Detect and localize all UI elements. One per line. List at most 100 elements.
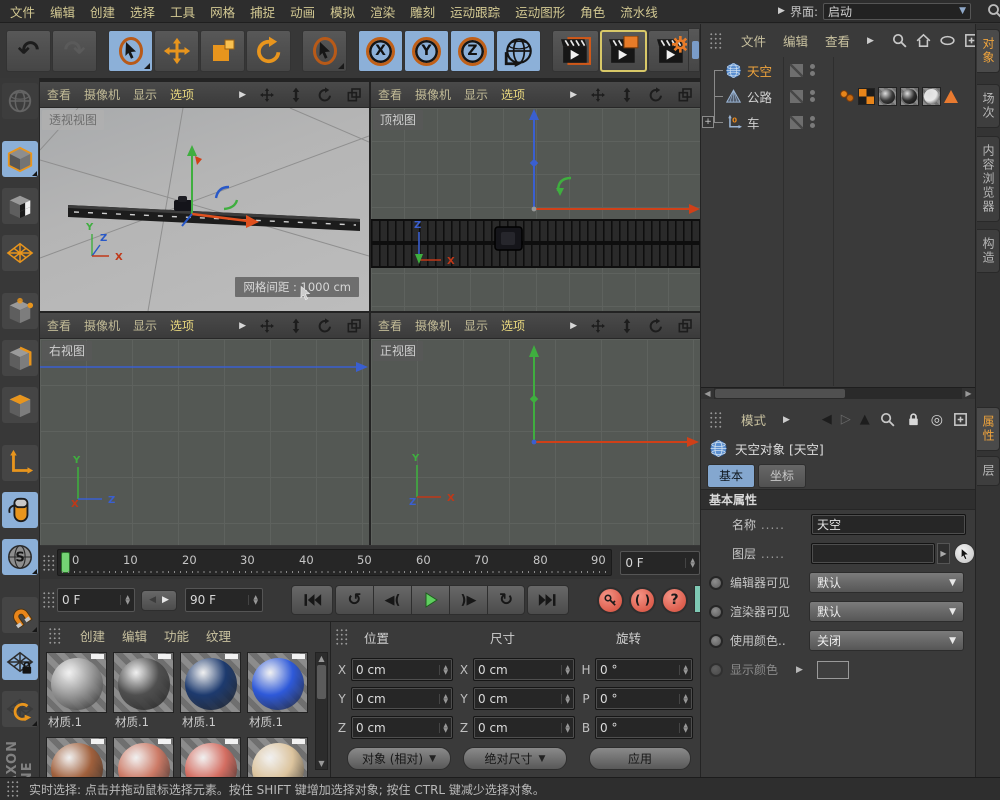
lock-x-axis-button[interactable]: X xyxy=(358,30,403,72)
chevron-right-icon[interactable]: ▶ xyxy=(796,665,803,675)
tab-structure[interactable]: 构造 xyxy=(977,229,1000,273)
points-mode-button[interactable] xyxy=(2,293,38,329)
panel-grip[interactable] xyxy=(709,411,722,429)
tab-attributes[interactable]: 属性 xyxy=(977,407,1000,451)
autokey-button[interactable]: ( ) xyxy=(629,587,656,614)
undo-button[interactable]: ↶ xyxy=(6,30,51,72)
stepper-icon[interactable]: ▲▼ xyxy=(439,665,448,675)
mat-menu-create[interactable]: 创建 xyxy=(80,626,105,645)
material-item[interactable]: 材质.1 xyxy=(46,652,107,731)
om-menu-view[interactable]: 查看 xyxy=(825,31,850,50)
stepper-icon[interactable]: ▲▼ xyxy=(561,694,570,704)
panel-grip[interactable] xyxy=(709,32,722,50)
coordinate-system-button[interactable] xyxy=(496,30,541,72)
mat-menu-edit[interactable]: 编辑 xyxy=(122,626,147,645)
visibility-dots[interactable] xyxy=(810,88,815,104)
vp-menu-view[interactable]: 查看 xyxy=(378,317,402,334)
menu-file[interactable]: 文件 xyxy=(10,2,35,21)
previous-key-button[interactable]: ↺ xyxy=(335,585,373,615)
phong-tag-icon[interactable] xyxy=(839,88,855,104)
scroll-up-icon[interactable]: ▲ xyxy=(316,653,327,664)
zoom-view-icon[interactable] xyxy=(288,318,304,334)
last-used-tool-button[interactable] xyxy=(302,30,347,72)
layer-field[interactable] xyxy=(811,543,935,564)
rot-h-field[interactable]: 0 °▲▼ xyxy=(595,658,693,681)
polygons-mode-button[interactable] xyxy=(2,387,38,423)
apply-button[interactable]: 应用 xyxy=(589,747,691,770)
toolbar-overflow-button[interactable] xyxy=(688,28,700,72)
lock-y-axis-button[interactable]: Y xyxy=(404,30,449,72)
range-start-field[interactable]: 0 F ▲▼ xyxy=(57,588,135,612)
object-name[interactable]: 公路 xyxy=(747,87,772,106)
new-panel-icon[interactable] xyxy=(952,411,969,428)
coord-size-mode-dropdown[interactable]: 绝对尺寸▼ xyxy=(463,747,567,770)
texture-mode-button[interactable] xyxy=(2,188,38,224)
animation-dot[interactable] xyxy=(709,605,723,619)
search-icon[interactable] xyxy=(891,32,908,49)
workplane-mode-button[interactable] xyxy=(2,235,38,271)
next-key-button[interactable]: ↻ xyxy=(487,585,525,615)
vp-menu-options[interactable]: 选项 xyxy=(170,86,194,103)
menu-pipeline[interactable]: 流水线 xyxy=(620,2,658,21)
scroll-down-icon[interactable]: ▼ xyxy=(316,758,327,769)
menu-character[interactable]: 角色 xyxy=(580,2,605,21)
maximize-view-icon[interactable] xyxy=(677,87,693,103)
am-menu-mode[interactable]: 模式 xyxy=(741,410,766,429)
pan-view-icon[interactable] xyxy=(259,87,275,103)
menu-edit[interactable]: 编辑 xyxy=(50,2,75,21)
stepper-icon[interactable]: ▲▼ xyxy=(679,665,688,675)
stepper-icon[interactable]: ▲▼ xyxy=(685,558,695,568)
menu-mograph[interactable]: 运动图形 xyxy=(515,2,565,21)
viewport-perspective-canvas[interactable]: Y Z X 透视视图 网格间距 : 1000 cm xyxy=(40,108,369,311)
layer-picker-button[interactable] xyxy=(954,543,975,564)
live-selection-tool-button[interactable] xyxy=(108,30,153,72)
redo-button[interactable]: ↷ xyxy=(52,30,97,72)
timeline-playhead[interactable] xyxy=(61,552,70,573)
range-nudge-buttons[interactable]: ◀▶ xyxy=(141,590,177,611)
vp-menu-view[interactable]: 查看 xyxy=(47,317,71,334)
scroll-left-icon[interactable]: ◀ xyxy=(701,388,714,399)
object-row-car[interactable]: + 车 xyxy=(701,109,975,135)
viewport-perspective[interactable]: 查看 摄像机 显示 选项 ▶ xyxy=(40,82,369,311)
menu-snap[interactable]: 捕捉 xyxy=(250,2,275,21)
menu-create[interactable]: 创建 xyxy=(90,2,115,21)
panel-grip[interactable] xyxy=(42,554,55,572)
lock-icon[interactable] xyxy=(905,411,922,428)
size-z-field[interactable]: 0 cm▲▼ xyxy=(473,716,575,739)
object-row-sky[interactable]: 天空 xyxy=(701,57,975,83)
record-keyframe-button[interactable] xyxy=(597,587,624,614)
vp-menu-options[interactable]: 选项 xyxy=(501,86,525,103)
rotate-view-icon[interactable] xyxy=(317,318,333,334)
current-frame-field[interactable]: 0 F ▲▼ xyxy=(620,551,700,575)
om-menu-file[interactable]: 文件 xyxy=(741,31,766,50)
viewport-top[interactable]: 查看 摄像机 显示 选项 ▶ xyxy=(371,82,700,311)
panel-grip[interactable] xyxy=(48,627,61,645)
vp-menu-view[interactable]: 查看 xyxy=(47,86,71,103)
enable-axis-button[interactable] xyxy=(2,445,38,481)
pos-z-field[interactable]: 0 cm▲▼ xyxy=(351,716,453,739)
menu-animate[interactable]: 动画 xyxy=(290,2,315,21)
lock-z-axis-button[interactable]: Z xyxy=(450,30,495,72)
stepper-icon[interactable]: ▲▼ xyxy=(439,694,448,704)
edges-mode-button[interactable] xyxy=(2,340,38,376)
keyframe-options-button[interactable]: ? xyxy=(661,587,688,614)
zoom-view-icon[interactable] xyxy=(288,87,304,103)
compositing-tag-icon[interactable] xyxy=(858,88,875,105)
align-workplane-button[interactable] xyxy=(2,691,38,727)
vp-menu-display[interactable]: 显示 xyxy=(133,317,157,334)
snap-settings-button[interactable]: S xyxy=(2,539,38,575)
viewport-top-canvas[interactable]: Z X 顶视图 xyxy=(371,108,700,311)
convert-object-button[interactable] xyxy=(2,83,38,119)
parent-up-icon[interactable]: ▲ xyxy=(860,412,870,427)
material-scrollbar[interactable]: ▲ ▼ xyxy=(315,652,328,770)
scale-tool-button[interactable] xyxy=(200,30,245,72)
menu-render[interactable]: 渲染 xyxy=(370,2,395,21)
viewport-right-canvas[interactable]: Y Z X 右视图 xyxy=(40,339,369,545)
zoom-view-icon[interactable] xyxy=(619,318,635,334)
history-forward-icon[interactable]: ▷ xyxy=(841,412,851,427)
tab-basic[interactable]: 基本 xyxy=(707,464,755,488)
editor-visibility-dropdown[interactable]: 默认▼ xyxy=(809,572,964,593)
previous-frame-button[interactable]: ◀( xyxy=(373,585,411,615)
vp-menu-display[interactable]: 显示 xyxy=(133,86,157,103)
tab-layers[interactable]: 层 xyxy=(977,456,1000,486)
